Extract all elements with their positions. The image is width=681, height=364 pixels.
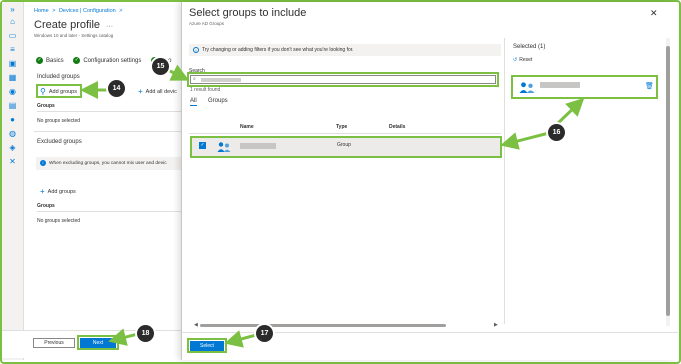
callout-step-15: 15 [152,58,169,75]
callout-step-14: 14 [108,80,125,97]
callout-step-17: 17 [256,325,273,342]
callout-arrows [80,64,585,348]
callout-step-16: 16 [548,124,565,141]
callout-step-18: 18 [137,325,154,342]
